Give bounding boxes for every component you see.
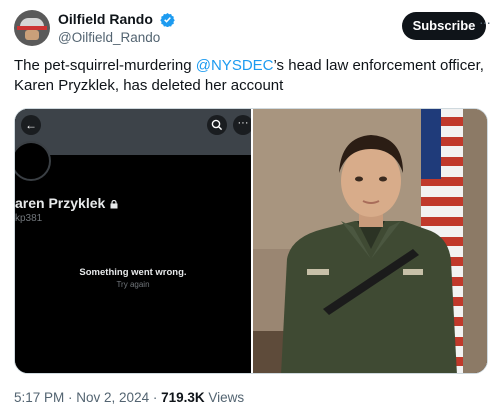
tweet-meta: 5:17 PM · Nov 2, 2024 · 719.3K Views bbox=[14, 390, 244, 405]
display-name[interactable]: Oilfield Rando bbox=[58, 10, 153, 28]
mention-link[interactable]: @NYSDEC bbox=[196, 57, 274, 74]
search-icon bbox=[207, 115, 227, 135]
profile-name: aren Przyklek bbox=[15, 195, 118, 211]
tweet-text: The pet-squirrel-murdering @NYSDEC’s hea… bbox=[14, 56, 484, 96]
more-options-icon[interactable]: ··· bbox=[479, 14, 491, 30]
lock-icon bbox=[110, 200, 118, 209]
verified-badge-icon bbox=[160, 12, 176, 27]
meta-separator: · bbox=[64, 390, 77, 405]
subscribe-button[interactable]: Subscribe bbox=[402, 12, 486, 40]
tweet-time[interactable]: 5:17 PM bbox=[14, 390, 64, 405]
author-names: Oilfield Rando @Oilfield_Rando bbox=[58, 10, 176, 47]
handle[interactable]: @Oilfield_Rando bbox=[58, 29, 175, 47]
profile-avatar bbox=[15, 141, 51, 181]
back-arrow-icon: ← bbox=[21, 115, 41, 135]
officer-photo-icon bbox=[253, 109, 487, 373]
tweet-header: Oilfield Rando @Oilfield_Rando Subscribe… bbox=[14, 10, 491, 48]
meta-separator: · bbox=[149, 390, 162, 405]
more-dots-icon: ··· bbox=[233, 115, 253, 135]
tweet-text-before: The pet-squirrel-murdering bbox=[14, 57, 196, 74]
tweet-date[interactable]: Nov 2, 2024 bbox=[76, 390, 149, 405]
media-grid[interactable]: ← ··· aren Przyklek kp381 Something went… bbox=[14, 108, 488, 374]
avatar[interactable] bbox=[14, 10, 50, 46]
avatar-face bbox=[25, 30, 39, 40]
media-photo-officer[interactable] bbox=[253, 109, 487, 373]
media-screenshot-profile[interactable]: ← ··· aren Przyklek kp381 Something went… bbox=[15, 109, 253, 373]
error-retry-link: Try again bbox=[116, 280, 150, 289]
profile-handle: kp381 bbox=[15, 213, 43, 224]
profile-name-text: aren Przyklek bbox=[15, 195, 106, 211]
views-count[interactable]: 719.3K bbox=[161, 390, 205, 405]
error-title: Something went wrong. bbox=[79, 267, 187, 278]
views-label: Views bbox=[204, 390, 245, 405]
